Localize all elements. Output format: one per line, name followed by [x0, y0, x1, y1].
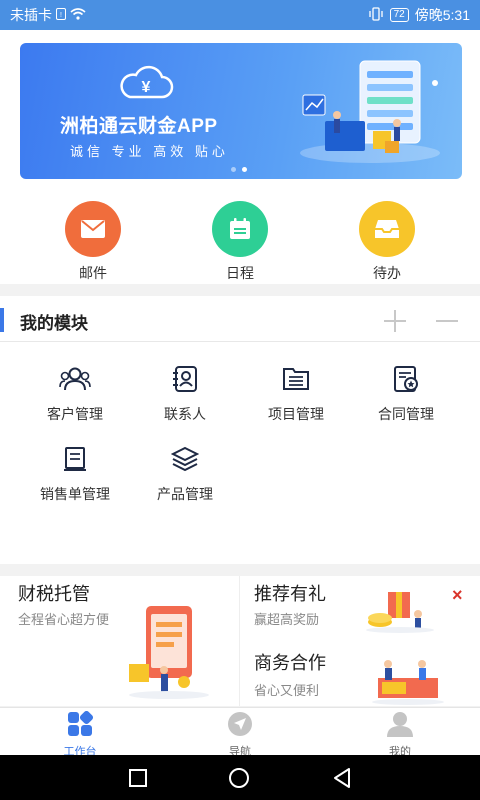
module-contracts-label: 合同管理 [378, 406, 434, 422]
contract-icon [351, 364, 461, 394]
promo-business-subtitle: 省心又便利 [254, 683, 320, 698]
quick-todo-label: 待办 [373, 265, 401, 281]
module-projects-label: 项目管理 [268, 406, 324, 422]
module-sales-orders-label: 销售单管理 [40, 486, 110, 502]
clock-label: 傍晚5:31 [414, 7, 470, 23]
quick-calendar-label: 日程 [226, 265, 254, 281]
contacts-icon [130, 364, 240, 394]
carousel-dots [231, 167, 247, 172]
svg-text:!: ! [60, 12, 62, 19]
home-icon[interactable] [228, 767, 250, 794]
profile-icon [386, 712, 414, 741]
promo-business-card[interactable]: 商务合作 省心又便利 [240, 642, 480, 706]
promo-tax-title: 财税托管 [18, 584, 90, 604]
module-customers-label: 客户管理 [47, 406, 103, 422]
gift-illustration-icon [360, 584, 440, 639]
product-icon [130, 444, 240, 474]
promo-section: 财税托管 全程省心超方便 推荐有礼 赢超高奖励 × 商务合作 省心又便利 [0, 576, 480, 706]
remove-module-button[interactable] [434, 308, 460, 339]
mail-icon [65, 201, 121, 257]
bottom-tab-bar: 工作台 导航 我的 [0, 707, 480, 758]
back-icon[interactable] [332, 767, 352, 794]
status-bar: 未插卡 ! 72 傍晚5:31 [0, 0, 480, 30]
quick-mail[interactable]: 邮件 [33, 201, 153, 283]
banner-subtitle: 诚信 专业 高效 贴心 [70, 144, 229, 159]
banner-carousel[interactable]: ¥ 洲柏通云财金APP 诚信 专业 高效 贴心 [20, 43, 462, 179]
sim-icon: ! [56, 7, 66, 23]
promo-referral-subtitle: 赢超高奖励 [254, 612, 320, 627]
finance-illustration-icon [285, 53, 455, 173]
top-section: ¥ 洲柏通云财金APP 诚信 专业 高效 贴心 邮件 日程 待办 [0, 30, 480, 284]
system-nav-bar [0, 755, 480, 800]
project-icon [241, 364, 351, 394]
banner-title: 洲柏通云财金APP [60, 116, 218, 137]
module-products[interactable]: 产品管理 [130, 444, 240, 504]
vibrate-icon [368, 6, 384, 24]
my-modules-section: 我的模块 客户管理 联系人 项目管理 合同管理 销售单管理 产品管理 [0, 296, 480, 564]
carousel-dot-active[interactable] [242, 167, 247, 172]
sales-order-icon [20, 444, 130, 474]
add-module-button[interactable] [382, 308, 408, 339]
quick-todo[interactable]: 待办 [327, 201, 447, 283]
quick-calendar[interactable]: 日程 [180, 201, 300, 283]
business-illustration-icon [368, 654, 448, 711]
promo-tax-card[interactable]: 财税托管 全程省心超方便 [0, 576, 239, 706]
customers-icon [20, 364, 130, 394]
module-contracts[interactable]: 合同管理 [351, 364, 461, 424]
module-header: 我的模块 [0, 296, 480, 342]
module-title: 我的模块 [20, 314, 88, 333]
battery-indicator: 72 [389, 8, 409, 22]
close-promo-button[interactable]: × [452, 585, 463, 606]
wifi-icon [70, 7, 86, 23]
cloud-logo-icon: ¥ [118, 65, 174, 106]
promo-referral-card[interactable]: 推荐有礼 赢超高奖励 [240, 576, 480, 640]
promo-referral-title: 推荐有礼 [254, 584, 326, 604]
calendar-icon [212, 201, 268, 257]
carrier-label: 未插卡 [10, 7, 52, 23]
quick-mail-label: 邮件 [79, 265, 107, 281]
tax-illustration-icon [124, 600, 214, 705]
module-sales-orders[interactable]: 销售单管理 [20, 444, 130, 504]
module-contacts-label: 联系人 [164, 406, 206, 422]
tab-profile[interactable]: 我的 [360, 711, 440, 759]
module-products-label: 产品管理 [157, 486, 213, 502]
workbench-icon [65, 710, 95, 741]
section-accent-bar [0, 308, 4, 332]
module-customers[interactable]: 客户管理 [20, 364, 130, 424]
module-contacts[interactable]: 联系人 [130, 364, 240, 424]
svg-text:¥: ¥ [142, 79, 151, 96]
tab-navigation[interactable]: 导航 [200, 711, 280, 759]
inbox-icon [359, 201, 415, 257]
recent-apps-icon[interactable] [128, 768, 148, 793]
tab-workbench[interactable]: 工作台 [40, 710, 120, 759]
carousel-dot[interactable] [231, 167, 236, 172]
navigation-icon [226, 712, 254, 741]
promo-tax-subtitle: 全程省心超方便 [18, 612, 110, 627]
module-projects[interactable]: 项目管理 [241, 364, 351, 424]
promo-business-title: 商务合作 [254, 653, 326, 673]
